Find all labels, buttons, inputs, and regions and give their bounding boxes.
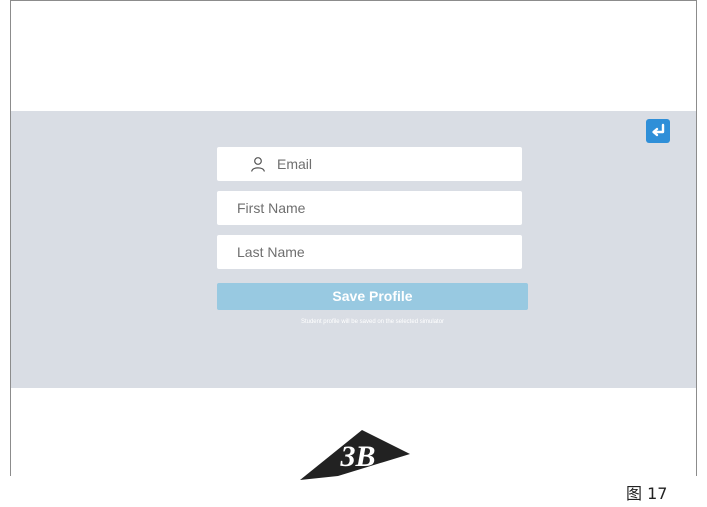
- first-name-input[interactable]: [237, 191, 512, 225]
- logo-text: 3B: [339, 440, 375, 473]
- figure-label: 图 17: [626, 484, 668, 503]
- email-field[interactable]: [217, 147, 522, 181]
- save-note: Student profile will be saved on the sel…: [300, 319, 445, 325]
- save-profile-button[interactable]: Save Profile: [217, 283, 528, 310]
- last-name-field[interactable]: [217, 235, 522, 269]
- last-name-input[interactable]: [237, 235, 512, 269]
- user-icon: [251, 157, 265, 172]
- email-input[interactable]: [277, 147, 512, 181]
- page: Save Profile Student profile will be sav…: [0, 0, 707, 507]
- first-name-field[interactable]: [217, 191, 522, 225]
- back-button[interactable]: [646, 119, 670, 143]
- frame-border-top: [10, 0, 697, 1]
- 3b-logo: 3B: [300, 430, 410, 480]
- frame-border-right: [696, 0, 697, 476]
- return-arrow-icon: [652, 123, 665, 137]
